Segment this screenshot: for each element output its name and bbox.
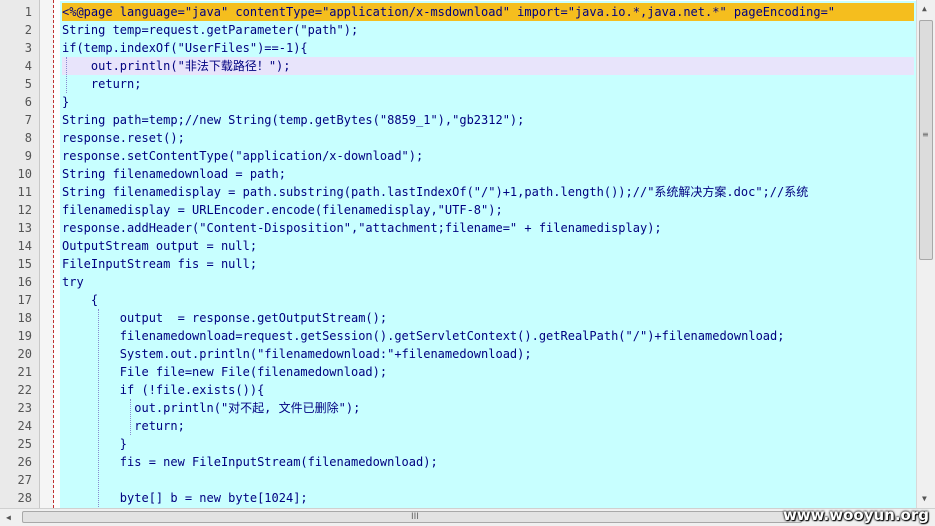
- code-line[interactable]: FileInputStream fis = null;: [62, 255, 914, 273]
- code-line[interactable]: <%@page language="java" contentType="app…: [62, 3, 914, 21]
- code-line[interactable]: byte[] b = new byte[1024];: [62, 489, 914, 507]
- line-number: 23: [17, 401, 32, 415]
- line-number: 16: [17, 275, 32, 289]
- line-number: 5: [24, 77, 32, 91]
- code-line[interactable]: String temp=request.getParameter("path")…: [62, 21, 914, 39]
- line-number: 14: [17, 239, 32, 253]
- line-number: 4: [24, 59, 32, 73]
- vertical-grip-icon: ≡: [922, 130, 929, 139]
- code-line[interactable]: out.println("非法下载路径！");: [62, 57, 914, 75]
- code-line[interactable]: }: [62, 435, 914, 453]
- vertical-scroll-thumb[interactable]: ≡: [919, 20, 933, 260]
- line-number-gutter: 1 2 3 4 5 6 7 8 9 10 11 12 13 14 15 16 17 18 19 20 21 22 23 24 2…: [0, 0, 40, 508]
- line-number: 15: [17, 257, 32, 271]
- line-number: 18: [17, 311, 32, 325]
- fold-marker-line: [53, 0, 54, 508]
- line-number: 8: [24, 131, 32, 145]
- indent-guide: [130, 399, 131, 435]
- scroll-down-icon[interactable]: ▼: [922, 494, 927, 504]
- indent-guide: [66, 57, 67, 93]
- code-line[interactable]: if(temp.indexOf("UserFiles")==-1){: [62, 39, 914, 57]
- code-line[interactable]: response.setContentType("application/x-d…: [62, 147, 914, 165]
- line-number: 22: [17, 383, 32, 397]
- line-number: 28: [17, 491, 32, 505]
- scroll-up-icon[interactable]: ▲: [922, 4, 927, 14]
- code-line[interactable]: File file=new File(filenamedownload);: [62, 363, 914, 381]
- line-number: 6: [24, 95, 32, 109]
- code-line[interactable]: OutputStream output = null;: [62, 237, 914, 255]
- code-line[interactable]: String path=temp;//new String(temp.getBy…: [62, 111, 914, 129]
- horizontal-scroll-thumb[interactable]: III: [22, 511, 802, 523]
- line-number: 20: [17, 347, 32, 361]
- line-number: 24: [17, 419, 32, 433]
- vertical-scrollbar[interactable]: ▲ ≡ ▼: [916, 0, 935, 508]
- line-number: 3: [24, 41, 32, 55]
- scroll-left-icon[interactable]: ◀: [6, 513, 11, 523]
- indent-guide: [98, 309, 99, 509]
- line-number: 25: [17, 437, 32, 451]
- code-line[interactable]: String filenamedownload = path;: [62, 165, 914, 183]
- line-number: 13: [17, 221, 32, 235]
- code-line[interactable]: return;: [62, 417, 914, 435]
- line-number: 12: [17, 203, 32, 217]
- code-line[interactable]: response.addHeader("Content-Disposition"…: [62, 219, 914, 237]
- line-number: 10: [17, 167, 32, 181]
- code-line[interactable]: [62, 471, 914, 489]
- code-line[interactable]: filenamedisplay = URLEncoder.encode(file…: [62, 201, 914, 219]
- code-line[interactable]: System.out.println("filenamedownload:"+f…: [62, 345, 914, 363]
- code-editor[interactable]: 1 2 3 4 5 6 7 8 9 10 11 12 13 14 15 16 17 18 19 20 21 22 23 24 2…: [0, 0, 935, 526]
- code-line[interactable]: response.reset();: [62, 129, 914, 147]
- code-line[interactable]: fis = new FileInputStream(filenamedownlo…: [62, 453, 914, 471]
- code-line[interactable]: return;: [62, 75, 914, 93]
- code-line[interactable]: try: [62, 273, 914, 291]
- line-number: 27: [17, 473, 32, 487]
- line-number: 17: [17, 293, 32, 307]
- line-number: 19: [17, 329, 32, 343]
- code-line[interactable]: out.println("对不起, 文件已删除");: [62, 399, 914, 417]
- code-line[interactable]: {: [62, 291, 914, 309]
- line-number: 9: [24, 149, 32, 163]
- line-number: 26: [17, 455, 32, 469]
- line-number: 21: [17, 365, 32, 379]
- code-line[interactable]: filenamedownload=request.getSession().ge…: [62, 327, 914, 345]
- code-line[interactable]: }: [62, 93, 914, 111]
- code-line[interactable]: if (!file.exists()){: [62, 381, 914, 399]
- line-number: 7: [24, 113, 32, 127]
- line-number: 11: [17, 185, 32, 199]
- code-line[interactable]: String filenamedisplay = path.substring(…: [62, 183, 914, 201]
- watermark: www.wooyun.org: [782, 506, 929, 524]
- line-number: 1: [24, 5, 32, 19]
- fold-margin: [40, 0, 54, 508]
- horizontal-grip-icon: III: [411, 512, 419, 522]
- code-line[interactable]: output = response.getOutputStream();: [62, 309, 914, 327]
- line-number: 2: [24, 23, 32, 37]
